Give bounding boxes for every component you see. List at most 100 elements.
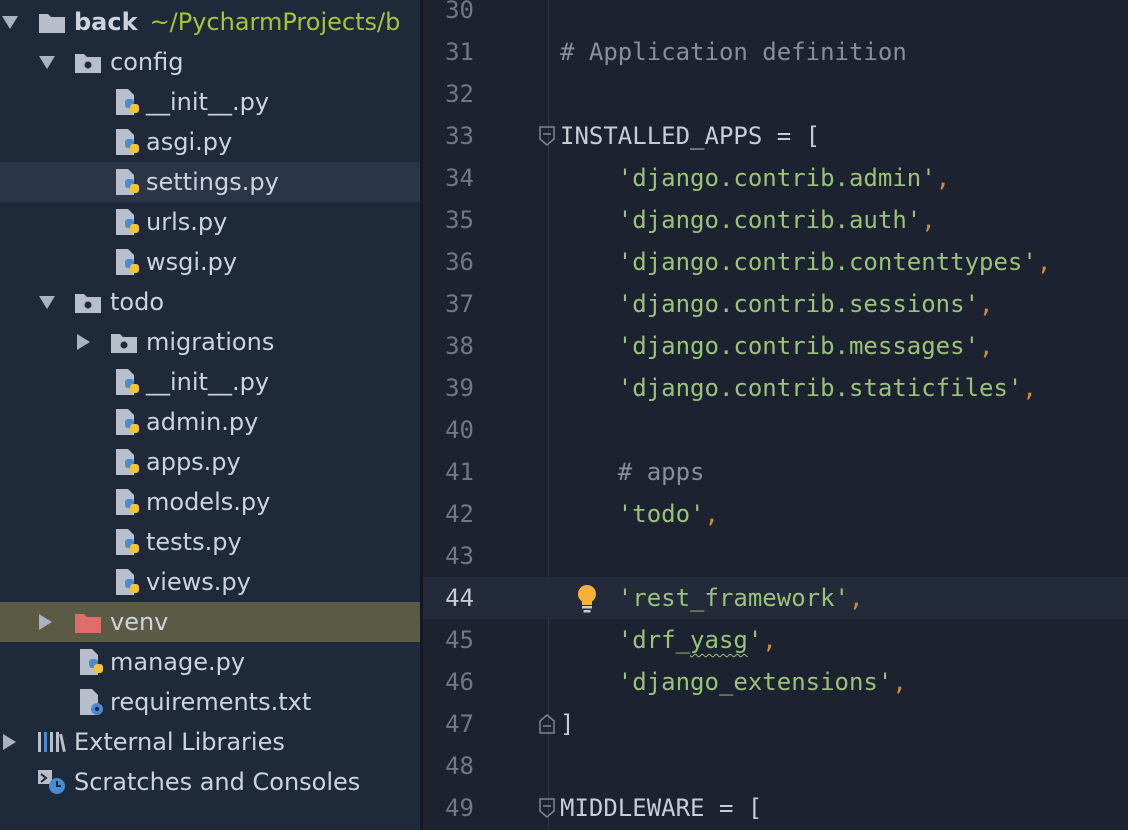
tree-item-config[interactable]: config (0, 42, 420, 82)
chevron-right-icon[interactable] (77, 334, 90, 350)
tree-item-todo-init[interactable]: __init__.py (0, 362, 420, 402)
tree-item-manage[interactable]: manage.py (0, 642, 420, 682)
tree-item-todo-tests[interactable]: tests.py (0, 522, 420, 562)
tree-label-migrations: migrations (146, 328, 275, 356)
code-line[interactable]: 44 'rest_framework', (423, 577, 1128, 619)
project-name: back (74, 8, 138, 36)
tree-item-todo-admin[interactable]: admin.py (0, 402, 420, 442)
tree-label-file: asgi.py (146, 128, 233, 156)
python-file-icon (116, 209, 139, 235)
code-line[interactable]: 45 'drf_yasg', (423, 619, 1128, 661)
code-token: , (935, 164, 951, 192)
code-line[interactable]: 39 'django.contrib.staticfiles', (423, 367, 1128, 409)
package-folder-icon (111, 334, 137, 353)
tree-label-file: __init__.py (146, 368, 270, 396)
code-token: , (892, 668, 907, 696)
code-text: 'django.contrib.auth', (560, 199, 936, 241)
code-text: MIDDLEWARE = [ (560, 787, 762, 829)
python-file-icon (116, 449, 139, 475)
code-line[interactable]: 41 # apps (423, 451, 1128, 493)
tree-item-todo-apps[interactable]: apps.py (0, 442, 420, 482)
tree-item-config-wsgi[interactable]: wsgi.py (0, 242, 420, 282)
code-line[interactable]: 43 (423, 535, 1128, 577)
code-line[interactable]: 31 # Application definition (423, 31, 1128, 73)
tree-label-external-libraries: External Libraries (74, 728, 285, 756)
code-token: yasg (690, 626, 748, 654)
python-file-icon (80, 649, 103, 675)
fold-start-icon[interactable] (539, 798, 555, 818)
code-line[interactable]: 34 'django.contrib.admin', (423, 157, 1128, 199)
tree-label-scratches: Scratches and Consoles (74, 768, 361, 796)
code-line[interactable]: 30 (423, 0, 1128, 31)
code-editor[interactable]: 30 31 # Application definition 32 33 INSTALLE… (423, 0, 1128, 830)
line-number: 34 (445, 164, 474, 192)
code-line[interactable]: 47] (423, 703, 1128, 745)
code-text: 'django.contrib.sessions', (560, 283, 994, 325)
line-number: 45 (445, 626, 474, 654)
tree-item-config-settings[interactable]: settings.py (0, 162, 420, 202)
code-token: # apps (617, 458, 705, 486)
code-token: 'django.contrib.sessions' (617, 290, 980, 318)
python-file-icon (116, 529, 139, 555)
python-file-icon (116, 89, 139, 115)
code-text: 'django_extensions', (560, 661, 907, 703)
code-token: 'django.contrib.messages' (617, 332, 980, 360)
code-token: , (1036, 248, 1052, 276)
chevron-down-icon[interactable] (2, 16, 18, 29)
line-number: 35 (445, 206, 474, 234)
code-line[interactable]: 46 'django_extensions', (423, 661, 1128, 703)
tree-item-config-asgi[interactable]: asgi.py (0, 122, 420, 162)
python-file-icon (116, 369, 139, 395)
code-line[interactable]: 40 (423, 409, 1128, 451)
line-number: 46 (445, 668, 474, 696)
tree-item-todo[interactable]: todo (0, 282, 420, 322)
tree-item-todo-models[interactable]: models.py (0, 482, 420, 522)
line-number: 39 (445, 374, 474, 402)
line-number: 47 (445, 710, 474, 738)
code-line[interactable]: 35 'django.contrib.auth', (423, 199, 1128, 241)
code-line[interactable]: 48 (423, 745, 1128, 787)
code-line[interactable]: 38 'django.contrib.messages', (423, 325, 1128, 367)
tree-item-back[interactable]: back ~/PycharmProjects/b (0, 2, 420, 42)
code-line[interactable]: 33 INSTALLED_APPS = [ (423, 115, 1128, 157)
tree-item-migrations[interactable]: migrations (0, 322, 420, 362)
tree-item-config-init[interactable]: __init__.py (0, 82, 420, 122)
code-text: 'drf_yasg', (560, 619, 777, 661)
code-line[interactable]: 32 (423, 73, 1128, 115)
package-folder-icon (75, 294, 101, 313)
chevron-down-icon[interactable] (39, 56, 55, 69)
line-number: 43 (445, 542, 474, 570)
chevron-right-icon[interactable] (3, 734, 16, 750)
code-token: 'django.contrib.auth' (617, 206, 922, 234)
fold-end-icon[interactable] (539, 714, 555, 734)
code-line[interactable]: 49 MIDDLEWARE = [ (423, 787, 1128, 829)
code-text: 'rest_framework', (560, 577, 864, 619)
code-token: 'drf_ (617, 626, 691, 654)
tree-item-requirements[interactable]: requirements.txt (0, 682, 420, 722)
code-token: ' (747, 626, 763, 654)
code-text: 'django.contrib.admin', (560, 157, 950, 199)
fold-start-icon[interactable] (539, 126, 555, 146)
tree-item-venv[interactable]: venv (0, 602, 420, 642)
line-number: 36 (445, 248, 474, 276)
excluded-folder-icon (75, 614, 101, 633)
code-token: ] (560, 710, 575, 738)
code-line[interactable]: 37 'django.contrib.sessions', (423, 283, 1128, 325)
tree-item-config-urls[interactable]: urls.py (0, 202, 420, 242)
tree-item-todo-views[interactable]: views.py (0, 562, 420, 602)
library-icon (38, 732, 66, 753)
line-number: 40 (445, 416, 474, 444)
tree-item-scratches[interactable]: Scratches and Consoles (0, 762, 420, 802)
chevron-right-icon[interactable] (39, 614, 52, 630)
code-line[interactable]: 36 'django.contrib.contenttypes', (423, 241, 1128, 283)
tree-label-file: requirements.txt (110, 688, 312, 716)
code-token: 'django.contrib.contenttypes' (617, 248, 1037, 276)
tree-label-back: back ~/PycharmProjects/b (74, 2, 400, 42)
chevron-down-icon[interactable] (39, 296, 55, 309)
code-line[interactable]: 42 'todo', (423, 493, 1128, 535)
folder-icon (39, 14, 65, 33)
tree-item-external-libraries[interactable]: External Libraries (0, 722, 420, 762)
